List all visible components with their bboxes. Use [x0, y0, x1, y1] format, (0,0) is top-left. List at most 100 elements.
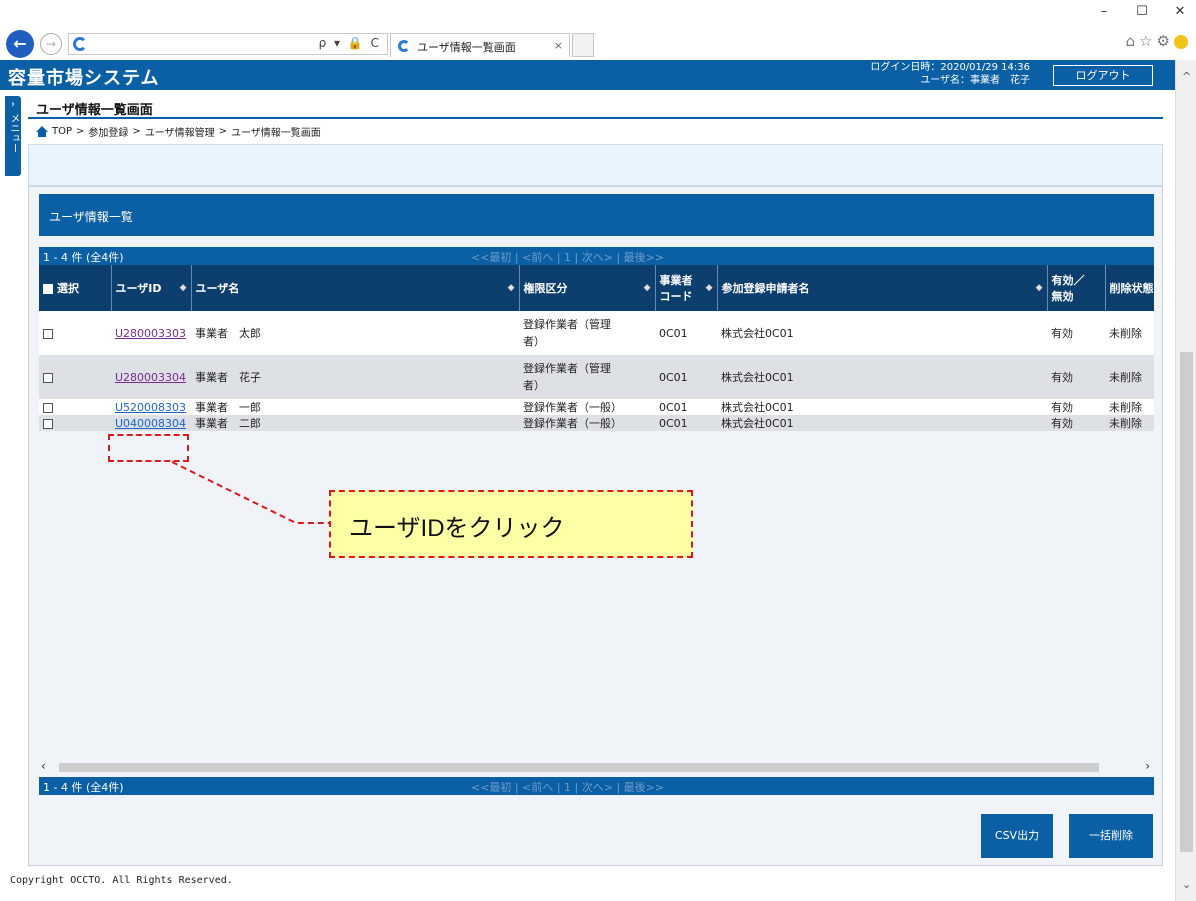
tab-ie-icon: [398, 40, 410, 52]
forward-arrow-icon[interactable]: →: [40, 33, 62, 55]
login-user-name: ユーザ名：事業者 花子: [920, 75, 1030, 86]
deleted-cell: 未削除: [1105, 311, 1154, 355]
sort-icon[interactable]: ◆: [508, 283, 515, 293]
minimize-button[interactable]: –: [1096, 4, 1112, 19]
col-header-role[interactable]: 権限区分 ◆: [519, 265, 656, 311]
logout-button[interactable]: ログアウト: [1053, 65, 1153, 86]
row-select-cell: [39, 399, 111, 415]
applicant-cell: 株式会社0C01: [717, 415, 1047, 431]
login-info: ログイン日時：2020/01/29 14:36 ユーザ名：事業者 花子: [870, 61, 1030, 87]
biz-code-cell: 0C01: [655, 415, 717, 431]
browser-toolbar-icons: ⌂☆⚙: [1126, 32, 1188, 50]
col-header-select[interactable]: 選択: [39, 265, 112, 311]
breadcrumb-top[interactable]: TOP: [52, 126, 72, 137]
breadcrumb-current: ユーザ情報一覧画面: [231, 128, 321, 139]
side-menu-toggle[interactable]: › メニュー: [5, 96, 21, 176]
user-id-link[interactable]: U280003303: [115, 327, 186, 340]
panel-title: ユーザ情報一覧: [39, 194, 1154, 236]
callout-box: ユーザIDをクリック: [329, 490, 693, 558]
breadcrumb: TOP > 参加登録 > ユーザ情報管理 > ユーザ情報一覧画面: [36, 124, 321, 139]
highlight-box: [108, 434, 189, 462]
pager-top: 1 - 4 件 (全4件) <<最初 | <前へ | 1 | 次へ> | 最後>…: [39, 247, 1154, 265]
role-cell: 登録作業者（管理 者）: [519, 311, 655, 355]
select-all-checkbox[interactable]: [43, 284, 53, 294]
user-id-cell: U280003303: [111, 311, 191, 355]
user-id-cell: U040008304: [111, 415, 191, 431]
tab-close-icon[interactable]: ×: [554, 39, 563, 52]
role-cell: 登録作業者（管理 者）: [519, 355, 655, 399]
scroll-left-arrow-icon[interactable]: ‹: [41, 759, 46, 773]
pager-nav[interactable]: <<最初 | <前へ | 1 | 次へ> | 最後>>: [471, 249, 664, 265]
table-row: U280003304 事業者 花子 登録作業者（管理 者） 0C01 株式会社0C…: [39, 355, 1154, 399]
user-id-link[interactable]: U520008303: [115, 401, 186, 414]
biz-code-cell: 0C01: [655, 399, 717, 415]
hscroll-thumb[interactable]: [59, 763, 1099, 772]
browser-chrome: – ☐ ✕ ← → ρ ▾ 🔒 C ユーザ情報一覧画面 × ⌂☆⚙: [0, 0, 1196, 60]
smiley-icon[interactable]: [1174, 34, 1188, 49]
breadcrumb-separator: >: [76, 126, 85, 137]
row-checkbox[interactable]: [43, 402, 53, 413]
back-arrow-icon[interactable]: ←: [6, 30, 34, 58]
table-row: U520008303 事業者 一郎 登録作業者（一般） 0C01 株式会社0C0…: [39, 399, 1154, 415]
pager-bottom: 1 - 4 件 (全4件) <<最初 | <前へ | 1 | 次へ> | 最後>…: [39, 777, 1154, 795]
side-menu-label: メニュー: [8, 113, 19, 153]
user-id-link[interactable]: U040008304: [115, 417, 186, 430]
page-scrollbar[interactable]: ^ ⌄: [1175, 60, 1196, 901]
copyright: Copyright OCCTO. All Rights Reserved.: [10, 875, 233, 886]
new-tab-button[interactable]: [572, 33, 594, 57]
page-title: ユーザ情報一覧画面: [36, 103, 153, 118]
user-name-cell: 事業者 太郎: [191, 311, 519, 355]
scroll-right-arrow-icon[interactable]: ›: [1145, 759, 1150, 773]
table-horizontal-scrollbar[interactable]: ‹ ›: [39, 759, 1154, 777]
close-window-button[interactable]: ✕: [1172, 4, 1188, 19]
sort-icon[interactable]: ◆: [1036, 283, 1043, 293]
biz-code-cell: 0C01: [655, 355, 717, 399]
col-header-biz-code[interactable]: 事業者 コード ◆: [655, 265, 718, 311]
scroll-up-arrow-icon[interactable]: ^: [1182, 70, 1191, 83]
role-cell: 登録作業者（一般）: [519, 399, 655, 415]
home-icon[interactable]: [36, 126, 48, 137]
col-header-user-name[interactable]: ユーザ名 ◆: [191, 265, 520, 311]
sort-icon[interactable]: ◆: [180, 283, 187, 293]
callout-text: ユーザIDをクリック: [349, 515, 565, 542]
maximize-button[interactable]: ☐: [1134, 4, 1150, 19]
login-time: ログイン日時：2020/01/29 14:36: [870, 62, 1030, 73]
breadcrumb-registration[interactable]: 参加登録: [88, 124, 128, 139]
breadcrumb-user-management[interactable]: ユーザ情報管理: [145, 124, 215, 139]
star-icon[interactable]: ☆: [1139, 32, 1156, 50]
address-bar[interactable]: ρ ▾ 🔒 C: [68, 33, 388, 55]
deleted-cell: 未削除: [1105, 415, 1154, 431]
address-tools[interactable]: ρ ▾ 🔒 C: [319, 36, 381, 50]
deleted-cell: 未削除: [1105, 399, 1154, 415]
user-name-cell: 事業者 二郎: [191, 415, 519, 431]
sort-icon[interactable]: ◆: [706, 283, 713, 293]
scroll-down-arrow-icon[interactable]: ⌄: [1182, 878, 1191, 891]
window-controls: – ☐ ✕: [1096, 4, 1188, 19]
row-checkbox[interactable]: [43, 372, 53, 383]
result-count: 1 - 4 件 (全4件): [43, 781, 124, 794]
col-header-applicant[interactable]: 参加登録申請者名 ◆: [717, 265, 1048, 311]
valid-cell: 有効: [1047, 415, 1105, 431]
user-name-cell: 事業者 花子: [191, 355, 519, 399]
table-row: U280003303 事業者 太郎 登録作業者（管理 者） 0C01 株式会社0C…: [39, 311, 1154, 355]
row-checkbox[interactable]: [43, 418, 53, 429]
role-cell: 登録作業者（一般）: [519, 415, 655, 431]
title-divider: [28, 117, 1163, 119]
user-id-link[interactable]: U280003304: [115, 371, 186, 384]
browser-tab[interactable]: ユーザ情報一覧画面 ×: [390, 33, 570, 57]
row-checkbox[interactable]: [43, 328, 53, 339]
row-select-cell: [39, 311, 111, 355]
scrollbar-thumb[interactable]: [1180, 352, 1193, 852]
col-header-user-id[interactable]: ユーザID ◆: [111, 265, 192, 311]
home-icon[interactable]: ⌂: [1126, 32, 1140, 50]
sort-icon[interactable]: ◆: [644, 283, 651, 293]
col-header-valid[interactable]: 有効／ 無効: [1047, 265, 1106, 311]
bulk-delete-button[interactable]: 一括削除: [1069, 814, 1153, 858]
message-area: [28, 144, 1163, 186]
user-table: 選択 ユーザID ◆ ユーザ名 ◆ 権限区分 ◆ 事業者 コード ◆ 参加登録申請者名 ◆ …: [39, 265, 1154, 431]
pager-nav[interactable]: <<最初 | <前へ | 1 | 次へ> | 最後>>: [471, 779, 664, 795]
csv-export-button[interactable]: CSV出力: [981, 814, 1053, 858]
col-header-deleted[interactable]: 削除状態: [1105, 265, 1154, 311]
applicant-cell: 株式会社0C01: [717, 311, 1047, 355]
gear-icon[interactable]: ⚙: [1157, 32, 1174, 50]
